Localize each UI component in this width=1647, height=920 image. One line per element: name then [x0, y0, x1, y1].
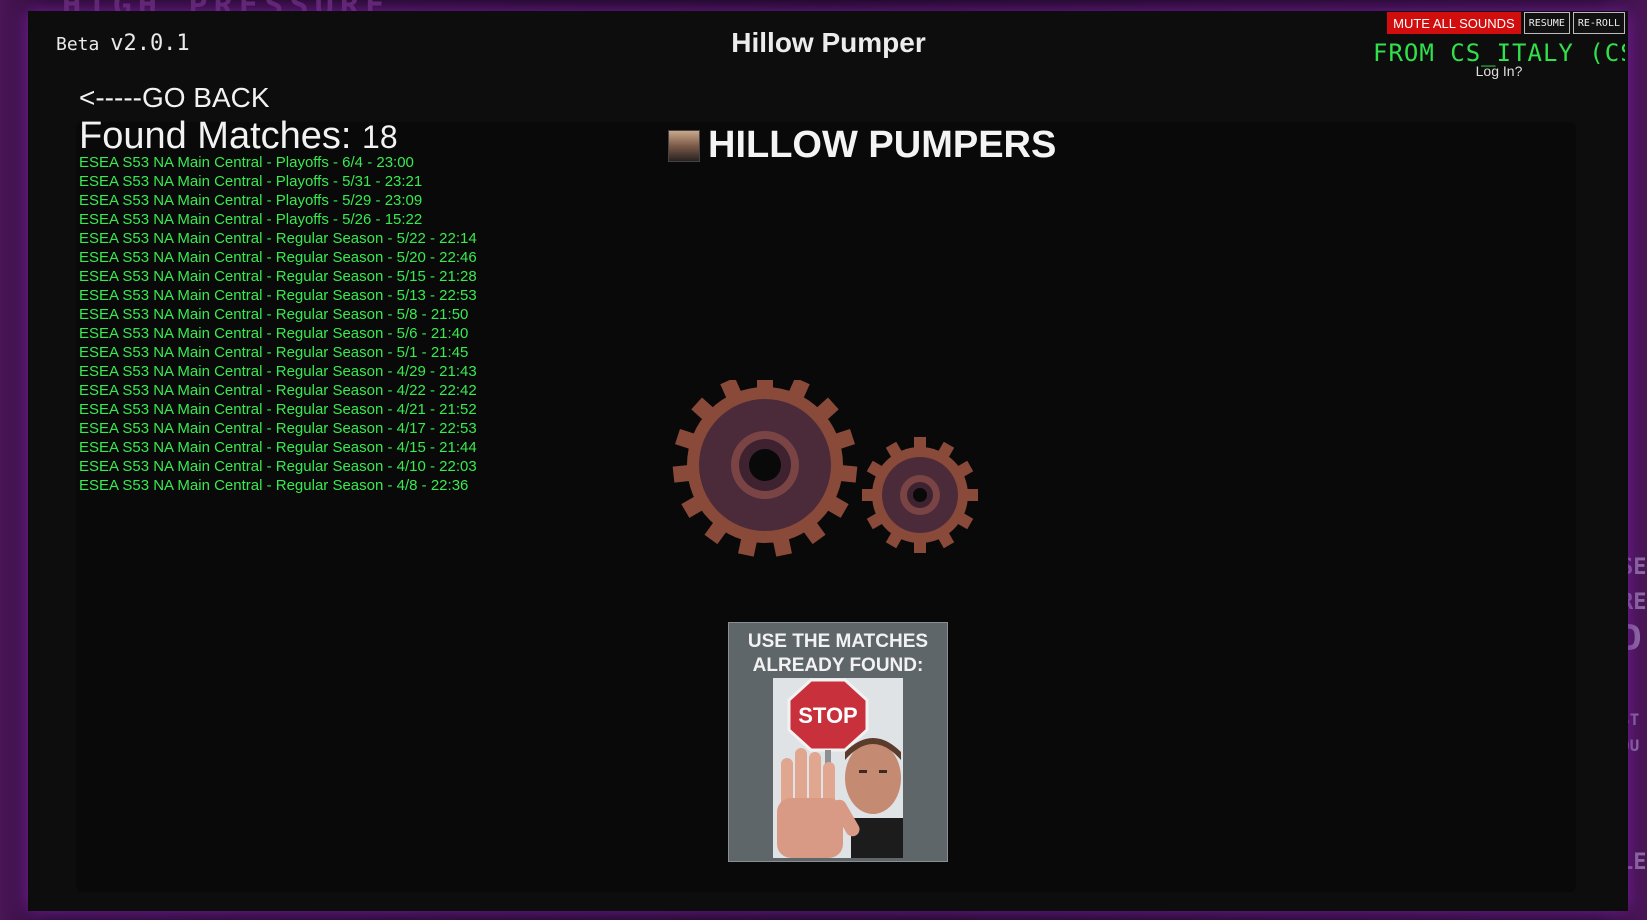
match-link[interactable]: ESEA S53 NA Main Central - Regular Seaso… [79, 248, 477, 267]
match-link[interactable]: ESEA S53 NA Main Central - Regular Seaso… [79, 362, 477, 381]
top-controls: MUTE ALL SOUNDS RESUME RE-ROLL FROM CS_I… [1373, 12, 1625, 79]
match-link[interactable]: ESEA S53 NA Main Central - Playoffs - 6/… [79, 153, 477, 172]
match-link[interactable]: ESEA S53 NA Main Central - Regular Seaso… [79, 438, 477, 457]
match-link[interactable]: ESEA S53 NA Main Central - Regular Seaso… [79, 324, 477, 343]
match-link[interactable]: ESEA S53 NA Main Central - Regular Seaso… [79, 419, 477, 438]
match-link[interactable]: ESEA S53 NA Main Central - Regular Seaso… [79, 476, 477, 495]
reroll-button[interactable]: RE-ROLL [1572, 12, 1625, 34]
match-link[interactable]: ESEA S53 NA Main Central - Regular Seaso… [79, 286, 477, 305]
match-link[interactable]: ESEA S53 NA Main Central - Regular Seaso… [79, 400, 477, 419]
resume-button[interactable]: RESUME [1523, 12, 1570, 34]
match-link[interactable]: ESEA S53 NA Main Central - Regular Seaso… [79, 343, 477, 362]
team-avatar-icon [668, 130, 700, 162]
go-back-link[interactable]: <-----GO BACK [79, 82, 270, 114]
match-link[interactable]: ESEA S53 NA Main Central - Regular Seaso… [79, 381, 477, 400]
mute-all-sounds-button[interactable]: MUTE ALL SOUNDS [1387, 12, 1521, 34]
stop-card-caption: USE THE MATCHES ALREADY FOUND: [729, 630, 947, 678]
match-link[interactable]: ESEA S53 NA Main Central - Playoffs - 5/… [79, 210, 477, 229]
match-link[interactable]: ESEA S53 NA Main Central - Regular Seaso… [79, 457, 477, 476]
match-link[interactable]: ESEA S53 NA Main Central - Playoffs - 5/… [79, 172, 477, 191]
match-link[interactable]: ESEA S53 NA Main Central - Regular Seaso… [79, 267, 477, 286]
match-link[interactable]: ESEA S53 NA Main Central - Regular Seaso… [79, 229, 477, 248]
stop-caption-line: ALREADY FOUND: [752, 655, 924, 676]
stop-sign-text: STOP [798, 703, 858, 728]
sound-controls: MUTE ALL SOUNDS RESUME RE-ROLL [1373, 12, 1625, 34]
match-link[interactable]: ESEA S53 NA Main Central - Regular Seaso… [79, 305, 477, 324]
stop-caption-line: USE THE MATCHES [747, 631, 929, 652]
found-matches-label: Found Matches: [79, 115, 352, 157]
team-name: HILLOW PUMPERS [708, 124, 1057, 166]
found-matches-count: 18 [362, 119, 398, 155]
gears-icon [672, 380, 978, 557]
stop-card[interactable]: USE THE MATCHES ALREADY FOUND: STOP [728, 622, 948, 862]
stop-sign-photo: STOP [773, 678, 903, 858]
match-list: ESEA S53 NA Main Central - Playoffs - 6/… [79, 153, 477, 495]
found-matches-heading: Found Matches: 18 [79, 115, 398, 158]
match-link[interactable]: ESEA S53 NA Main Central - Playoffs - 5/… [79, 191, 477, 210]
